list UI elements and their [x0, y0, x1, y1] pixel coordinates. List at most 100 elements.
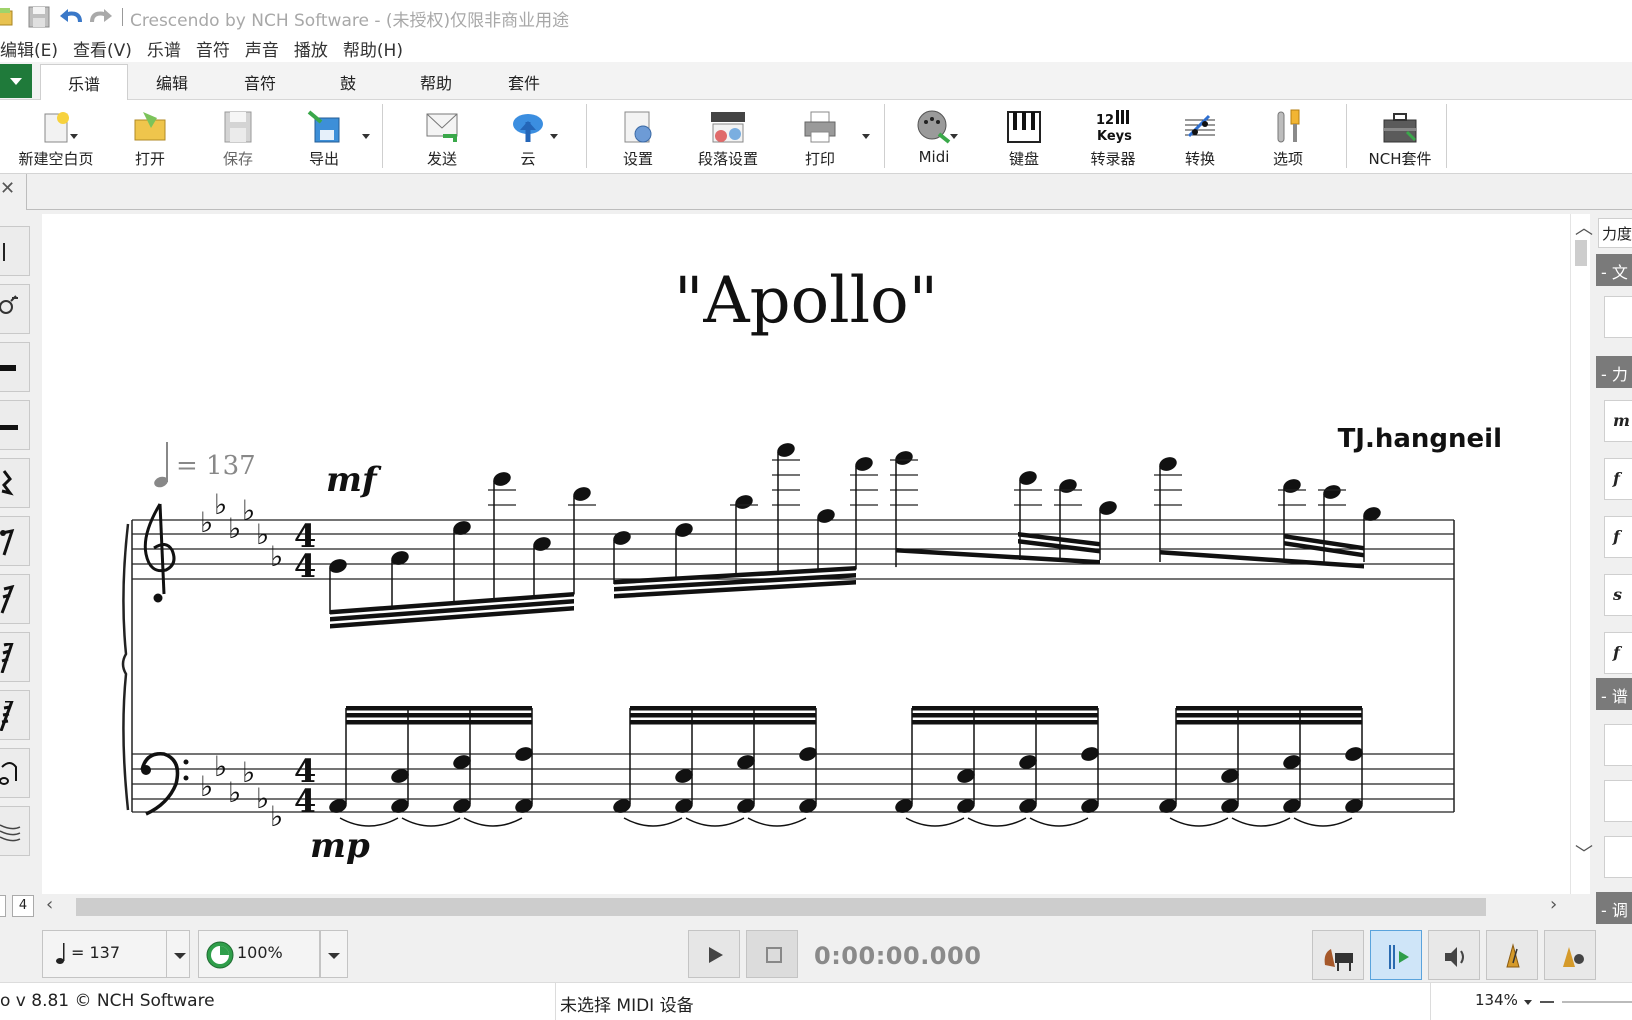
- sixteenth-rest-button[interactable]: [0, 574, 30, 624]
- follow-playback-button[interactable]: [1370, 930, 1422, 980]
- stop-button[interactable]: [746, 930, 798, 978]
- metronome-button[interactable]: [1486, 930, 1538, 980]
- print-dropdown-arrow[interactable]: [862, 134, 870, 139]
- tempo-marking[interactable]: = 137: [152, 442, 256, 490]
- quarter-rest-button[interactable]: [0, 458, 30, 508]
- count-in-button[interactable]: [1544, 930, 1596, 980]
- vertical-scroll-thumb[interactable]: [1575, 240, 1587, 266]
- send-button[interactable]: 发送: [404, 102, 480, 170]
- export-dropdown-arrow[interactable]: [362, 134, 370, 139]
- scroll-left-icon[interactable]: ‹: [46, 894, 53, 915]
- panel-text-button[interactable]: [1604, 296, 1632, 338]
- new-page-button[interactable]: 新建空白页: [8, 102, 104, 170]
- page-previous-stub[interactable]: [0, 895, 6, 917]
- whole-rest-button[interactable]: [0, 342, 30, 392]
- options-button[interactable]: 选项: [1250, 102, 1326, 170]
- magnifier-icon: [0, 295, 18, 314]
- section-settings-button[interactable]: 段落设置: [682, 102, 774, 170]
- panel-score-button-3[interactable]: [1604, 836, 1632, 878]
- close-document-icon[interactable]: ✕: [0, 178, 15, 199]
- dynamic-s-button[interactable]: s: [1604, 574, 1632, 616]
- menu-sound[interactable]: 声音: [245, 34, 286, 62]
- treble-time-bottom: 4: [294, 547, 316, 585]
- slur-button[interactable]: [0, 806, 30, 856]
- redo-icon[interactable]: [88, 4, 114, 30]
- scroll-up-icon[interactable]: ︿: [1575, 214, 1593, 240]
- tab-help[interactable]: 帮助: [396, 70, 476, 94]
- scroll-down-icon[interactable]: ﹀: [1575, 840, 1593, 866]
- scroll-right-icon[interactable]: ›: [1550, 894, 1557, 915]
- midi-button[interactable]: Midi: [894, 102, 974, 170]
- tab-note[interactable]: 音符: [220, 70, 300, 94]
- zoom-tool-button[interactable]: [0, 284, 30, 334]
- cloud-dropdown-arrow[interactable]: [550, 134, 558, 139]
- panel-section-text[interactable]: - 文: [1596, 254, 1632, 286]
- dynamic-ff-button[interactable]: f: [1604, 516, 1632, 558]
- keyboard-button[interactable]: 键盘: [986, 102, 1062, 170]
- select-tool-button[interactable]: [0, 226, 30, 276]
- horizontal-scrollbar[interactable]: ‹ ›: [42, 894, 1570, 918]
- midi-dropdown-arrow[interactable]: [950, 134, 958, 139]
- settings-button[interactable]: 设置: [598, 102, 678, 170]
- tempo-dropdown[interactable]: [166, 930, 190, 978]
- play-button[interactable]: [688, 930, 740, 978]
- dynamic-mp[interactable]: mp: [310, 826, 370, 866]
- zoom-level[interactable]: 134%: [1475, 991, 1518, 1009]
- thirty-second-rest-button[interactable]: [0, 632, 30, 682]
- metronome-sound-button[interactable]: [1428, 930, 1480, 980]
- export-button[interactable]: 导出: [286, 102, 362, 170]
- nch-suite-button[interactable]: NCH套件: [1352, 102, 1448, 170]
- panel-section-force[interactable]: - 力: [1596, 356, 1632, 388]
- note-head: [737, 755, 755, 769]
- brace: [121, 523, 130, 811]
- convert-button[interactable]: 转换: [1162, 102, 1238, 170]
- app-menu-dropdown[interactable]: [0, 64, 32, 98]
- new-page-dropdown-arrow[interactable]: [70, 134, 78, 139]
- instruments-icon: [1324, 949, 1353, 971]
- horizontal-scroll-thumb[interactable]: [76, 898, 1486, 916]
- tuplet-button[interactable]: [0, 748, 30, 798]
- panel-score-button-1[interactable]: [1604, 724, 1632, 766]
- vertical-scrollbar[interactable]: ︿ ﹀: [1570, 214, 1593, 894]
- menu-edit[interactable]: 编辑(E): [0, 34, 65, 62]
- print-button[interactable]: 打印: [782, 102, 858, 170]
- tab-edit[interactable]: 编辑: [132, 70, 212, 94]
- tab-suite[interactable]: 套件: [484, 70, 564, 94]
- open-button[interactable]: 打开: [112, 102, 188, 170]
- open-folder-icon[interactable]: [0, 4, 18, 30]
- dynamic-mf[interactable]: mf: [326, 460, 377, 500]
- menu-note[interactable]: 音符: [196, 34, 237, 62]
- panel-section-key[interactable]: - 调: [1596, 892, 1632, 924]
- zoom-slider[interactable]: [1562, 1001, 1632, 1003]
- score-canvas[interactable]: "Apollo" TJ.hangneil = 137 mf mp ♭ ♭ ♭ ♭…: [42, 214, 1570, 894]
- panel-score-button-2[interactable]: [1604, 780, 1632, 822]
- dynamic-m-button[interactable]: m: [1604, 400, 1632, 442]
- tab-drum[interactable]: 鼓: [308, 70, 388, 94]
- menu-score[interactable]: 乐谱: [147, 34, 188, 62]
- menu-help[interactable]: 帮助(H): [343, 34, 410, 62]
- speed-dropdown[interactable]: [320, 930, 348, 978]
- transcriber-button[interactable]: 12 Keys 转录器: [1070, 102, 1156, 170]
- speed-field[interactable]: 100%: [198, 930, 320, 978]
- zoom-dropdown-icon[interactable]: [1524, 1000, 1532, 1005]
- tab-score[interactable]: 乐谱: [40, 64, 128, 101]
- panel-section-score[interactable]: - 谱: [1596, 678, 1632, 710]
- panel-section-key-label: 调: [1611, 901, 1628, 920]
- menu-view[interactable]: 查看(V): [73, 34, 139, 62]
- save-button[interactable]: 保存: [200, 102, 276, 170]
- undo-icon[interactable]: [58, 4, 84, 30]
- eighth-rest-button[interactable]: [0, 516, 30, 566]
- sixty-fourth-rest-button[interactable]: [0, 690, 30, 740]
- save-disk-icon[interactable]: [26, 4, 52, 30]
- dynamic-fp-button[interactable]: f: [1604, 632, 1632, 674]
- ribbon-tab-row: 乐谱 编辑 音符 鼓 帮助 套件: [0, 62, 1632, 101]
- composer-name[interactable]: TJ.hangneil: [1338, 424, 1502, 454]
- force-tab[interactable]: 力度: [1598, 218, 1632, 248]
- dynamic-f-button[interactable]: f: [1604, 458, 1632, 500]
- half-rest-button[interactable]: [0, 400, 30, 450]
- instrument-button[interactable]: [1312, 930, 1364, 980]
- score-title[interactable]: "Apollo": [42, 264, 1570, 338]
- menu-play[interactable]: 播放: [294, 34, 335, 62]
- zoom-out-icon[interactable]: [1540, 1001, 1554, 1003]
- page-number[interactable]: 4: [12, 895, 34, 917]
